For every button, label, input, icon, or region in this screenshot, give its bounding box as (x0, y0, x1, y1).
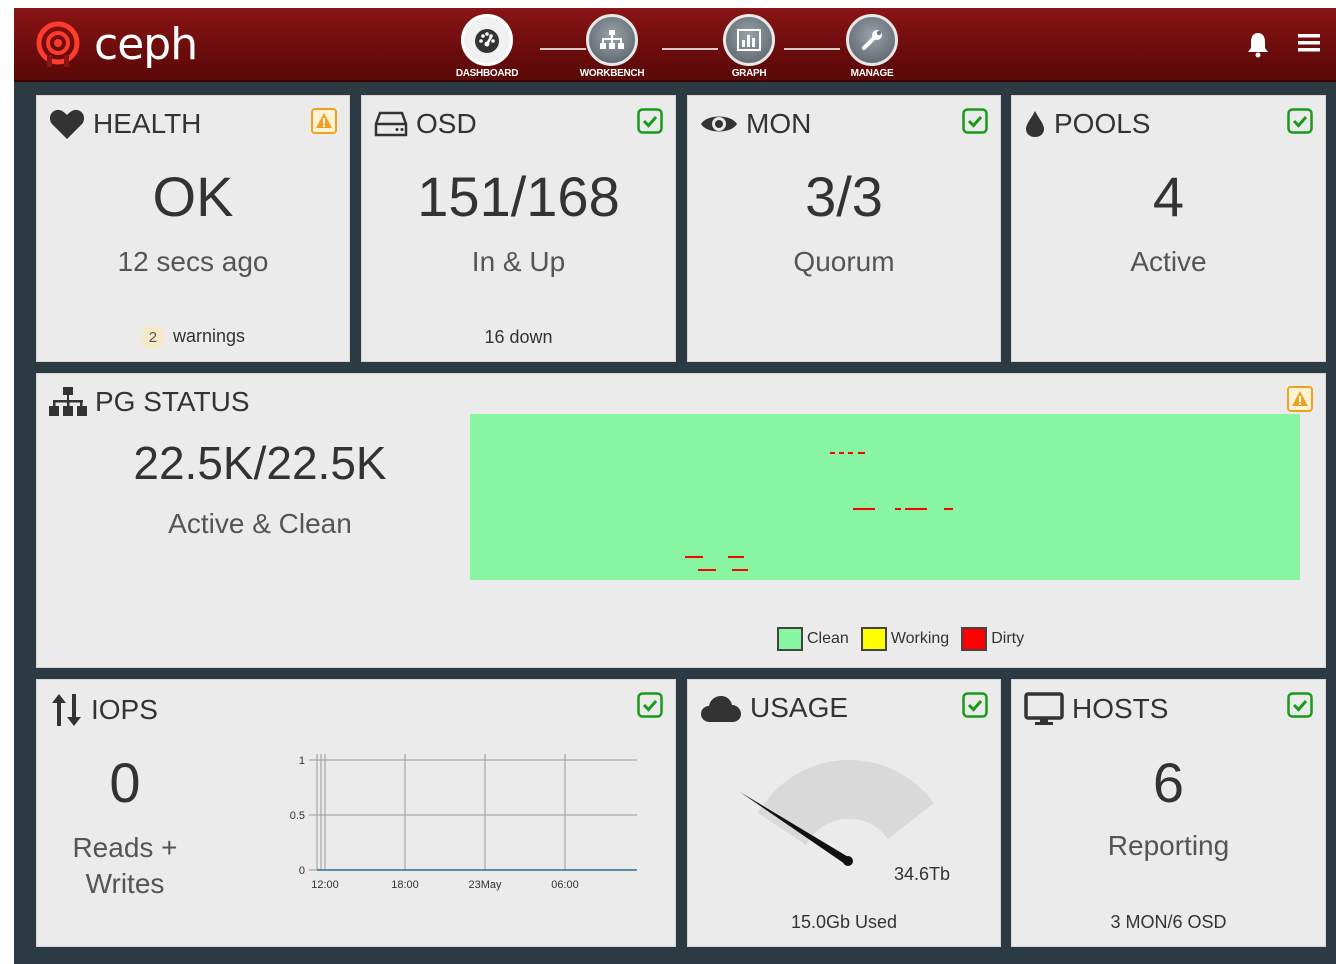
health-last-update: 12 secs ago (117, 246, 269, 277)
iops-chart: 1 0.5 0 12:00 18:00 23May 06:00 (290, 754, 637, 891)
hosts-value: 6 (1152, 751, 1185, 814)
x-tick-label: 06:00 (551, 879, 579, 891)
x-tick-label: 23May (468, 879, 502, 891)
osd-value: 151/168 (417, 165, 620, 228)
gauge-hub (843, 856, 853, 866)
hosts-sub: Reporting (1107, 830, 1230, 861)
card-title: MON (700, 108, 811, 140)
pools-card[interactable]: POOLS 4 Active (1011, 95, 1326, 362)
check-icon (1287, 692, 1313, 718)
pg-status-map (470, 414, 1300, 580)
mon-card[interactable]: MON 3/3 Quorum (687, 95, 1001, 362)
card-title: USAGE (700, 692, 848, 724)
health-warnings[interactable]: 2 warnings (37, 326, 349, 350)
pools-value: 4 (1152, 165, 1185, 228)
mon-sub: Quorum (793, 246, 895, 277)
ceph-logo[interactable]: ceph (34, 19, 198, 70)
card-title: HEALTH (49, 108, 201, 140)
legend-clean: Clean (777, 627, 849, 651)
iops-sub: Reads + Writes (72, 832, 178, 899)
eye-icon (701, 116, 737, 132)
mon-value: 3/3 (805, 165, 883, 228)
card-title: IOPS (51, 692, 158, 728)
card-title: PG STATUS (49, 386, 250, 418)
osd-sub: In & Up (471, 246, 566, 277)
warning-icon (311, 108, 337, 134)
sitemap-icon (586, 14, 638, 66)
desktop-icon (1024, 692, 1064, 725)
bell-icon[interactable] (1244, 30, 1272, 58)
drop-icon (1026, 111, 1044, 137)
x-tick-label: 12:00 (311, 879, 339, 891)
y-tick-label: 1 (299, 755, 305, 767)
nav-manage[interactable]: MANAGE (832, 14, 912, 79)
y-tick-label: 0 (299, 865, 305, 877)
hosts-card[interactable]: HOSTS 6 Reporting 3 MON/6 OSD (1011, 679, 1326, 947)
iops-card[interactable]: IOPS 0 Reads + Writes 1 0.5 0 12:00 18:00 23M… (36, 679, 676, 947)
card-title: OSD (374, 108, 477, 140)
card-title: HOSTS (1024, 692, 1168, 726)
x-tick-label: 18:00 (391, 879, 419, 891)
hosts-breakdown: 3 MON/6 OSD (1110, 912, 1227, 932)
nav-graph[interactable]: GRAPH (709, 14, 789, 79)
sitemap-icon (49, 387, 87, 416)
usage-card[interactable]: USAGE 34.6Tb 15.0Gb Used (687, 679, 1001, 947)
pg-status-card[interactable]: PG STATUS 22.5K/22.5K Active & Clean Cle… (36, 373, 1326, 668)
usage-used: 15.0Gb Used (790, 912, 898, 932)
warning-icon (1287, 386, 1313, 412)
y-tick-label: 0.5 (290, 810, 305, 822)
check-icon (962, 108, 988, 134)
wrench-icon (846, 14, 898, 66)
check-icon (637, 108, 663, 134)
heart-icon (49, 109, 85, 139)
app-name: ceph (94, 19, 198, 70)
check-icon (962, 692, 988, 718)
usage-capacity: 34.6Tb (894, 864, 951, 884)
card-title: POOLS (1024, 108, 1150, 140)
pools-sub: Active (1130, 246, 1207, 277)
osd-down-count: 16 down (484, 327, 553, 347)
pg-sub: Active & Clean (168, 508, 352, 539)
nav-workbench[interactable]: WORKBENCH (572, 14, 652, 79)
iops-value: 0 (109, 751, 141, 814)
gauge-arc (758, 759, 934, 845)
osd-card[interactable]: OSD 151/168 In & Up 16 down (361, 95, 676, 362)
health-card[interactable]: HEALTH OK 12 secs ago 2 warnings (36, 95, 350, 362)
check-icon (1287, 108, 1313, 134)
pg-legend: Clean Working Dirty (777, 627, 1036, 651)
pg-value: 22.5K/22.5K (133, 437, 387, 489)
health-value: OK (152, 165, 234, 228)
check-icon (637, 692, 663, 718)
hdd-icon (374, 111, 408, 137)
dashboard-gauge-icon (461, 14, 513, 66)
bar-chart-icon (723, 14, 775, 66)
legend-working: Working (860, 627, 949, 651)
legend-dirty: Dirty (961, 627, 1024, 651)
top-navigation-bar: ceph DASHBOARD WORKBENCH GRAPH MANAGE (14, 8, 1336, 82)
sort-arrows-icon (52, 694, 81, 726)
cloud-icon (701, 696, 741, 722)
warnings-count-badge: 2 (140, 326, 165, 350)
nav-dashboard[interactable]: DASHBOARD (447, 14, 527, 79)
ceph-logo-icon (36, 21, 80, 67)
pg-clean-area (470, 414, 1300, 580)
hamburger-icon[interactable] (1298, 32, 1322, 54)
